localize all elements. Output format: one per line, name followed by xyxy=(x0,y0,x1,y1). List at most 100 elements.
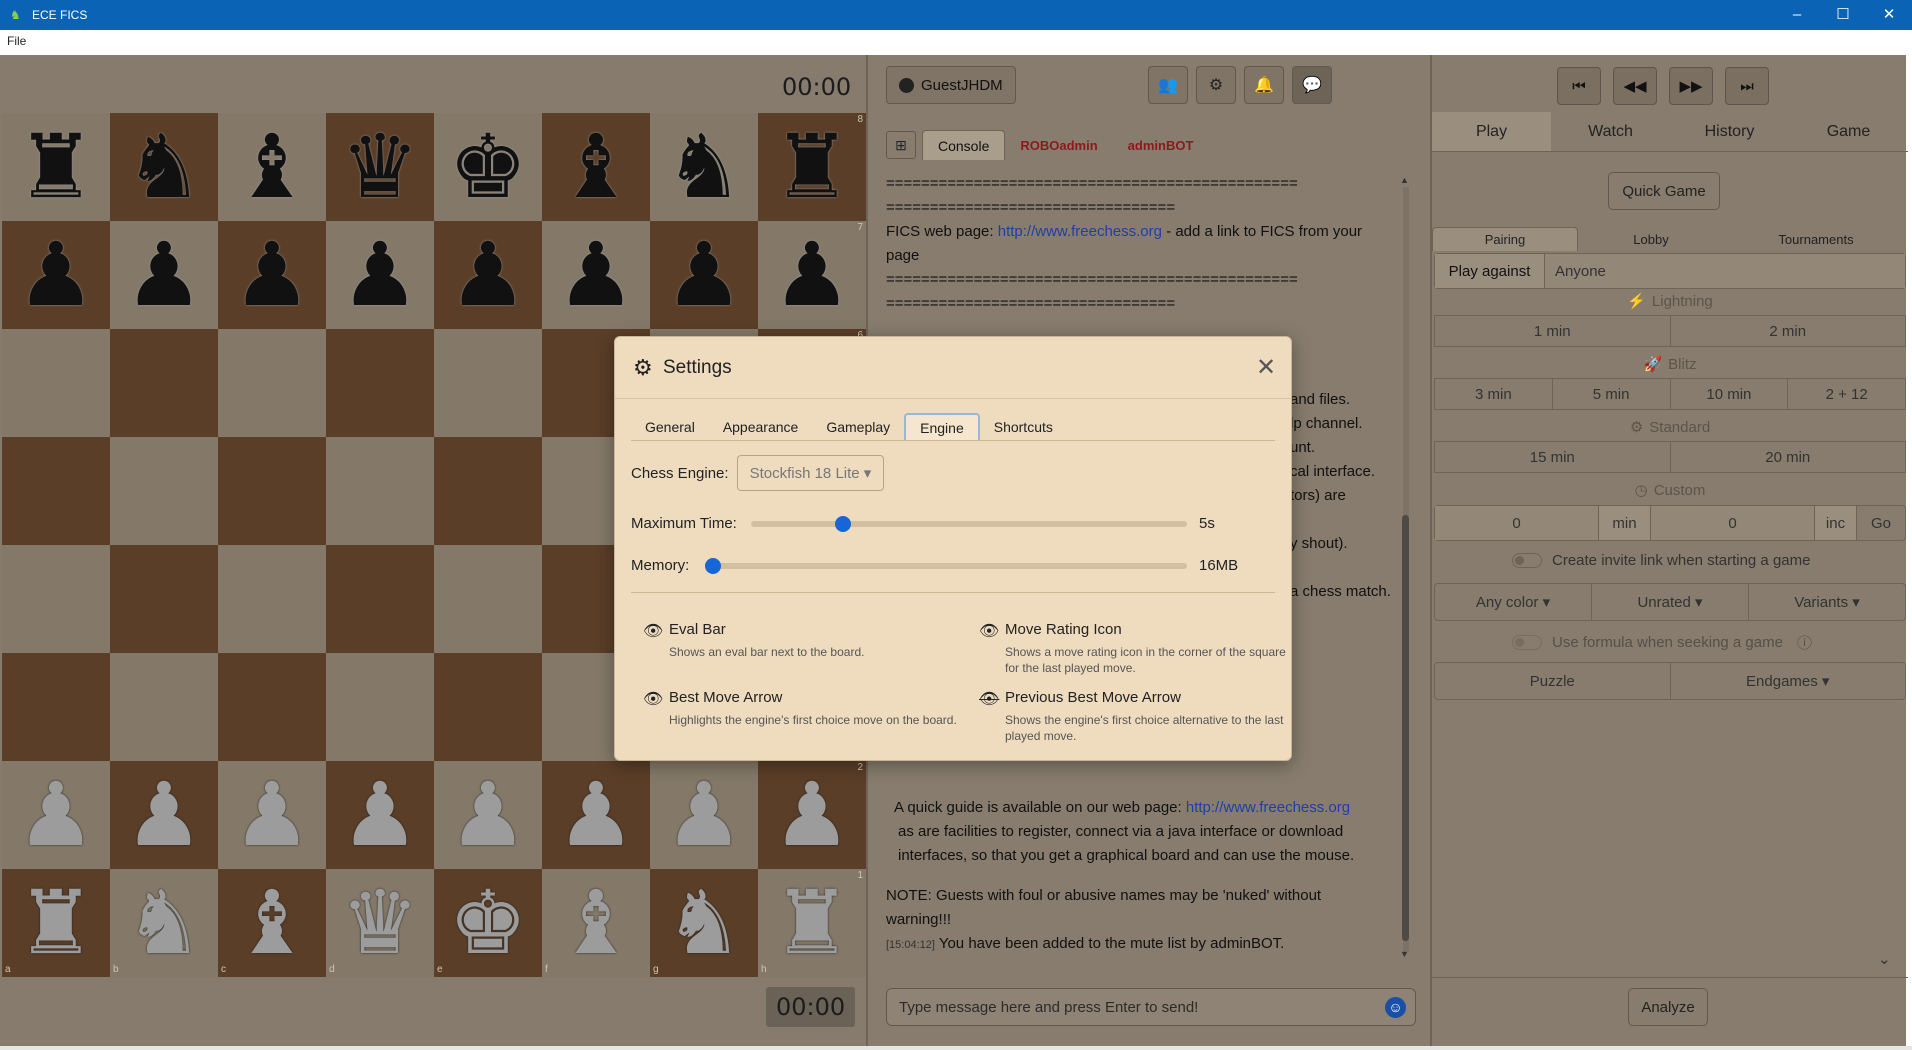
board-square[interactable]: ♚ xyxy=(434,113,542,221)
black-queen-icon[interactable]: ♛ xyxy=(341,123,420,211)
board-square[interactable]: ♜ xyxy=(2,113,110,221)
custom-inc-input[interactable]: 0 xyxy=(1651,506,1815,540)
tab-roboadmin[interactable]: ROBOadmin xyxy=(1005,130,1112,160)
eye-icon[interactable]: 👁 xyxy=(979,621,999,641)
emoji-icon[interactable]: ☺ xyxy=(1385,997,1406,1018)
eye-slash-icon[interactable]: 👁 xyxy=(979,689,999,709)
black-knight-icon[interactable]: ♞ xyxy=(665,123,744,211)
board-square[interactable]: ♟ xyxy=(542,761,650,869)
board-square[interactable]: ♟ xyxy=(110,761,218,869)
last-move-icon[interactable]: ⏭ xyxy=(1725,67,1769,105)
black-pawn-icon[interactable]: ♟ xyxy=(341,231,420,319)
white-rook-icon[interactable]: ♜ xyxy=(17,879,96,967)
tab-shortcuts[interactable]: Shortcuts xyxy=(980,413,1067,440)
tab-play[interactable]: Play xyxy=(1432,112,1551,151)
time-15min-button[interactable]: 15 min xyxy=(1435,442,1671,472)
black-pawn-icon[interactable]: ♟ xyxy=(557,231,636,319)
scroll-thumb[interactable] xyxy=(1402,515,1409,941)
close-window-button[interactable]: ✕ xyxy=(1866,0,1912,30)
board-square[interactable]: ♟ xyxy=(218,221,326,329)
white-pawn-icon[interactable]: ♟ xyxy=(125,771,204,859)
board-square[interactable]: ♚ e xyxy=(434,869,542,977)
board-square[interactable]: ♟ xyxy=(650,221,758,329)
minimize-button[interactable]: – xyxy=(1774,0,1820,30)
white-rook-icon[interactable]: ♜ xyxy=(773,879,852,967)
invite-toggle[interactable]: Create invite link when starting a game xyxy=(1512,552,1810,569)
black-bishop-icon[interactable]: ♝ xyxy=(557,123,636,211)
board-square[interactable] xyxy=(2,653,110,761)
tab-general[interactable]: General xyxy=(631,413,709,440)
board-square[interactable] xyxy=(326,437,434,545)
info-icon[interactable]: ⓘ xyxy=(1797,632,1812,653)
time-1min-button[interactable]: 1 min xyxy=(1435,316,1671,346)
time-3min-button[interactable]: 3 min xyxy=(1435,379,1553,409)
engine-select[interactable]: Stockfish 18 Lite ▾ xyxy=(736,455,885,491)
message-input[interactable]: Type message here and press Enter to sen… xyxy=(886,988,1416,1026)
endgames-dropdown[interactable]: Endgames ▾ xyxy=(1671,663,1906,699)
board-square[interactable]: ♟ xyxy=(650,761,758,869)
board-square[interactable] xyxy=(2,545,110,653)
variants-dropdown[interactable]: Variants ▾ xyxy=(1749,584,1905,620)
white-pawn-icon[interactable]: ♟ xyxy=(233,771,312,859)
time-2min-button[interactable]: 2 min xyxy=(1671,316,1906,346)
board-square[interactable]: ♟ xyxy=(542,221,650,329)
white-pawn-icon[interactable]: ♟ xyxy=(449,771,528,859)
board-square[interactable] xyxy=(110,329,218,437)
board-square[interactable]: ♟ xyxy=(326,761,434,869)
notifications-bell-icon[interactable]: 🔔 xyxy=(1244,66,1284,104)
board-square[interactable] xyxy=(326,653,434,761)
board-square[interactable] xyxy=(218,329,326,437)
board-square[interactable] xyxy=(2,329,110,437)
black-king-icon[interactable]: ♚ xyxy=(449,123,528,211)
board-square[interactable] xyxy=(434,653,542,761)
custom-min-input[interactable]: 0 xyxy=(1435,506,1599,540)
add-tab-button[interactable]: ⊞ xyxy=(886,131,916,159)
board-square[interactable]: ♛ d xyxy=(326,869,434,977)
board-square[interactable]: ♞ b xyxy=(110,869,218,977)
board-square[interactable]: ♜ 8 xyxy=(758,113,866,221)
fics-link[interactable]: http://www.freechess.org xyxy=(998,223,1162,240)
quick-game-button[interactable]: Quick Game xyxy=(1608,172,1720,210)
board-square[interactable]: ♜ a xyxy=(2,869,110,977)
slider-knob[interactable] xyxy=(705,558,721,574)
black-pawn-icon[interactable]: ♟ xyxy=(665,231,744,319)
board-square[interactable] xyxy=(218,653,326,761)
first-move-icon[interactable]: ⏮ xyxy=(1557,67,1601,105)
board-square[interactable]: ♟ xyxy=(2,761,110,869)
eye-icon[interactable]: 👁 xyxy=(643,621,663,641)
eye-icon[interactable]: 👁 xyxy=(643,689,663,709)
play-against-field[interactable]: Play against Anyone xyxy=(1434,253,1906,289)
white-bishop-icon[interactable]: ♝ xyxy=(557,879,636,967)
tab-console[interactable]: Console xyxy=(922,130,1006,160)
board-square[interactable] xyxy=(110,437,218,545)
black-knight-icon[interactable]: ♞ xyxy=(125,123,204,211)
settings-gear-icon[interactable]: ⚙ xyxy=(1196,66,1236,104)
black-rook-icon[interactable]: ♜ xyxy=(773,123,852,211)
tab-adminbot[interactable]: adminBOT xyxy=(1113,130,1209,160)
board-square[interactable] xyxy=(2,437,110,545)
board-square[interactable] xyxy=(218,437,326,545)
scroll-down-icon[interactable]: ▼ xyxy=(1400,949,1409,959)
board-square[interactable] xyxy=(326,329,434,437)
time-10min-button[interactable]: 10 min xyxy=(1671,379,1789,409)
white-queen-icon[interactable]: ♛ xyxy=(341,879,420,967)
board-square[interactable]: ♟ xyxy=(434,221,542,329)
white-pawn-icon[interactable]: ♟ xyxy=(665,771,744,859)
tab-engine[interactable]: Engine xyxy=(904,413,980,440)
white-pawn-icon[interactable]: ♟ xyxy=(773,771,852,859)
tab-pairing[interactable]: Pairing xyxy=(1432,227,1578,251)
board-square[interactable]: ♟ xyxy=(326,221,434,329)
tab-appearance[interactable]: Appearance xyxy=(709,413,813,440)
white-pawn-icon[interactable]: ♟ xyxy=(341,771,420,859)
black-pawn-icon[interactable]: ♟ xyxy=(17,231,96,319)
board-square[interactable] xyxy=(110,545,218,653)
scroll-up-icon[interactable]: ▲ xyxy=(1400,175,1409,185)
console-scrollbar[interactable]: ▲ ▼ xyxy=(1400,175,1410,960)
board-square[interactable] xyxy=(434,437,542,545)
tab-lobby[interactable]: Lobby xyxy=(1578,227,1724,251)
board-square[interactable] xyxy=(110,653,218,761)
maximize-button[interactable]: ☐ xyxy=(1820,0,1866,30)
tab-game[interactable]: Game xyxy=(1789,112,1908,151)
toggle-switch[interactable] xyxy=(1512,635,1542,650)
memory-slider[interactable] xyxy=(705,558,1187,574)
